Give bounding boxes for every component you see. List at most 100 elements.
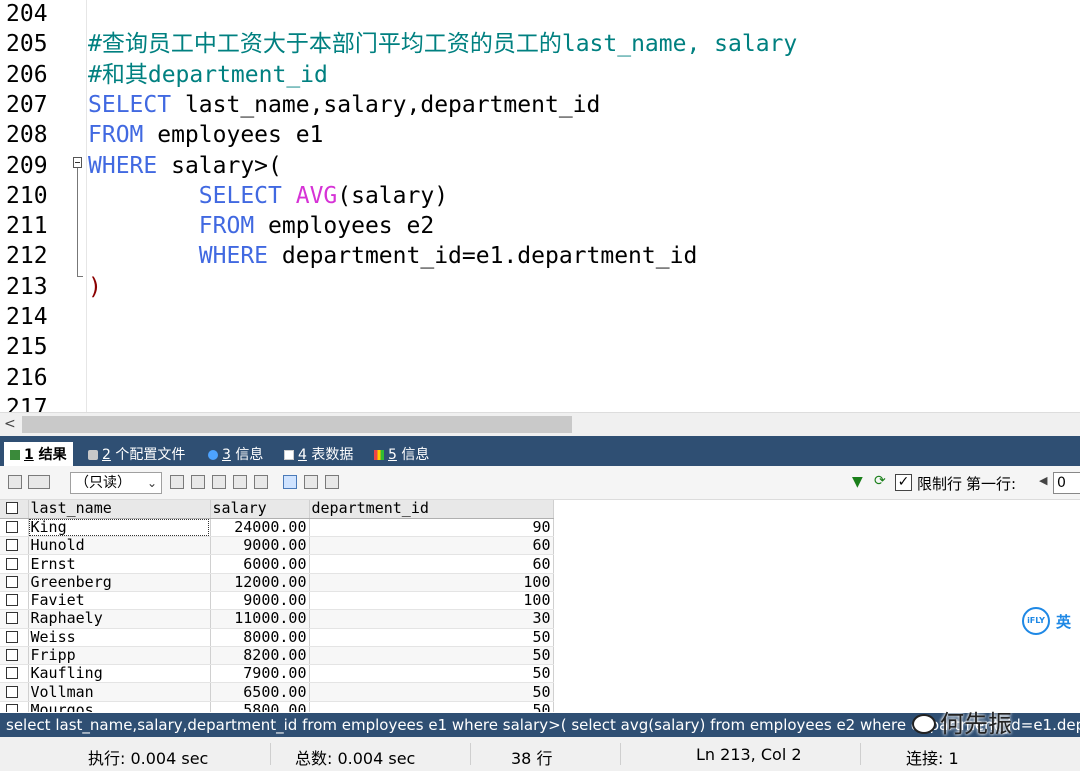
cell-salary[interactable]: 7900.00 xyxy=(210,664,310,684)
results-grid[interactable]: last_name salary department_id King 24000… xyxy=(0,500,1080,712)
cell-department-id[interactable]: 60 xyxy=(309,536,554,556)
refresh-icon[interactable]: ⟳ xyxy=(874,473,886,489)
code-line[interactable]: FROM employees e1 xyxy=(88,120,323,150)
row-checkbox[interactable] xyxy=(0,628,29,647)
table-row[interactable]: Mourgos 5800.00 50 xyxy=(0,701,554,712)
column-header-salary[interactable]: salary xyxy=(210,500,310,519)
code-line[interactable]: WHERE department_id=e1.department_id xyxy=(88,241,698,271)
scroll-left-icon[interactable]: < xyxy=(4,416,16,432)
duplicate-icon[interactable] xyxy=(191,475,205,489)
cell-last-name[interactable]: Hunold xyxy=(28,536,211,556)
cell-salary[interactable]: 8000.00 xyxy=(210,628,310,647)
cell-salary[interactable]: 9000.00 xyxy=(210,536,310,556)
text-view-icon[interactable] xyxy=(325,475,339,489)
cell-last-name[interactable]: Vollman xyxy=(28,682,211,702)
cell-department-id[interactable]: 100 xyxy=(309,573,554,592)
table-row[interactable]: Ernst 6000.00 60 xyxy=(0,554,554,574)
code-line[interactable]: #和其department_id xyxy=(88,60,328,90)
copy-row-icon[interactable] xyxy=(170,475,184,489)
cell-department-id[interactable]: 30 xyxy=(309,609,554,629)
cell-department-id[interactable]: 60 xyxy=(309,554,554,574)
table-row[interactable]: King 24000.00 90 xyxy=(0,518,554,538)
code-line[interactable]: WHERE salary>( xyxy=(88,151,282,181)
export-icon[interactable] xyxy=(8,475,22,489)
cell-department-id[interactable]: 50 xyxy=(309,664,554,684)
row-checkbox[interactable] xyxy=(0,701,29,712)
row-checkbox[interactable] xyxy=(0,682,29,702)
form-view-icon[interactable] xyxy=(304,475,318,489)
cell-department-id[interactable]: 100 xyxy=(309,591,554,611)
tab-results[interactable]: 1 结果 xyxy=(4,442,73,466)
info-icon xyxy=(374,450,384,460)
cell-last-name[interactable]: Kaufling xyxy=(28,664,211,684)
table-row[interactable]: Raphaely 11000.00 30 xyxy=(0,609,554,629)
cell-salary[interactable]: 8200.00 xyxy=(210,646,310,666)
cell-last-name[interactable]: Ernst xyxy=(28,554,211,574)
tab-info-2[interactable]: 5 信息 xyxy=(368,442,435,466)
row-checkbox[interactable] xyxy=(0,573,29,592)
select-all-checkbox[interactable] xyxy=(0,500,29,519)
row-checkbox[interactable] xyxy=(0,609,29,629)
row-checkbox[interactable] xyxy=(0,664,29,684)
cell-salary[interactable]: 24000.00 xyxy=(210,518,310,538)
tab-profile[interactable]: 2 个配置文件 xyxy=(82,442,191,466)
column-header-last-name[interactable]: last_name xyxy=(28,500,211,519)
table-row[interactable]: Fripp 8200.00 50 xyxy=(0,646,554,666)
limit-rows-checkbox[interactable]: ✓ xyxy=(895,474,912,491)
cell-salary[interactable]: 6000.00 xyxy=(210,554,310,574)
cancel-icon[interactable] xyxy=(254,475,268,489)
funnel-icon[interactable]: ▼ xyxy=(852,474,863,490)
horizontal-scrollbar[interactable]: < xyxy=(0,412,1080,436)
table-row[interactable]: Kaufling 7900.00 50 xyxy=(0,664,554,684)
cell-last-name[interactable]: Greenberg xyxy=(28,573,211,592)
code-line[interactable]: #查询员工中工资大于本部门平均工资的员工的last_name, salary xyxy=(88,29,797,59)
delete-icon[interactable] xyxy=(233,475,247,489)
cell-salary[interactable]: 11000.00 xyxy=(210,609,310,629)
row-checkbox[interactable] xyxy=(0,646,29,666)
import-dropdown-icon[interactable] xyxy=(28,475,50,489)
row-checkbox[interactable] xyxy=(0,518,29,538)
code-line[interactable]: SELECT last_name,salary,department_id xyxy=(88,90,600,120)
code-line[interactable]: SELECT AVG(salary) xyxy=(88,181,448,211)
cell-department-id[interactable]: 50 xyxy=(309,628,554,647)
info-icon xyxy=(208,450,218,460)
first-row-input[interactable]: 0 xyxy=(1053,472,1080,494)
cell-department-id[interactable]: 50 xyxy=(309,701,554,712)
tab-label: 信息 xyxy=(230,447,264,463)
scrollbar-thumb[interactable] xyxy=(22,416,572,433)
cell-last-name[interactable]: Mourgos xyxy=(28,701,211,712)
save-icon[interactable] xyxy=(212,475,226,489)
table-row[interactable]: Faviet 9000.00 100 xyxy=(0,591,554,611)
tab-info[interactable]: 3 信息 xyxy=(202,442,269,466)
cell-salary[interactable]: 12000.00 xyxy=(210,573,310,592)
cell-last-name[interactable]: King xyxy=(28,518,211,538)
row-checkbox[interactable] xyxy=(0,536,29,556)
mode-select[interactable]: （只读） ⌄ xyxy=(70,472,162,494)
row-checkbox[interactable] xyxy=(0,591,29,611)
column-header-department-id[interactable]: department_id xyxy=(309,500,554,519)
grid-view-icon[interactable] xyxy=(283,475,297,489)
table-row[interactable]: Greenberg 12000.00 100 xyxy=(0,573,554,592)
line-number: 209 xyxy=(6,152,48,179)
cell-department-id[interactable]: 50 xyxy=(309,682,554,702)
cell-last-name[interactable]: Fripp xyxy=(28,646,211,666)
sql-editor[interactable]: 204 205 206 207 208 209 210 211 212 213 214 215 216 2… xyxy=(0,0,1080,412)
fold-collapse-icon[interactable] xyxy=(73,157,82,168)
code-line[interactable]: ) xyxy=(88,272,102,302)
cell-last-name[interactable]: Raphaely xyxy=(28,609,211,629)
row-checkbox[interactable] xyxy=(0,554,29,574)
code-line[interactable]: FROM employees e2 xyxy=(88,211,434,241)
cell-last-name[interactable]: Weiss xyxy=(28,628,211,647)
table-row[interactable]: Weiss 8000.00 50 xyxy=(0,628,554,647)
table-row[interactable]: Vollman 6500.00 50 xyxy=(0,682,554,702)
table-row[interactable]: Hunold 9000.00 60 xyxy=(0,536,554,556)
cell-department-id[interactable]: 90 xyxy=(309,518,554,538)
cell-department-id[interactable]: 50 xyxy=(309,646,554,666)
cell-salary[interactable]: 5800.00 xyxy=(210,701,310,712)
cell-last-name[interactable]: Faviet xyxy=(28,591,211,611)
previous-icon[interactable]: ◀ xyxy=(1039,474,1047,487)
cell-salary[interactable]: 6500.00 xyxy=(210,682,310,702)
tab-table-data[interactable]: 4 表数据 xyxy=(278,442,359,466)
ifly-ime-badge[interactable]: iFLY 英 xyxy=(1022,607,1080,635)
cell-salary[interactable]: 9000.00 xyxy=(210,591,310,611)
